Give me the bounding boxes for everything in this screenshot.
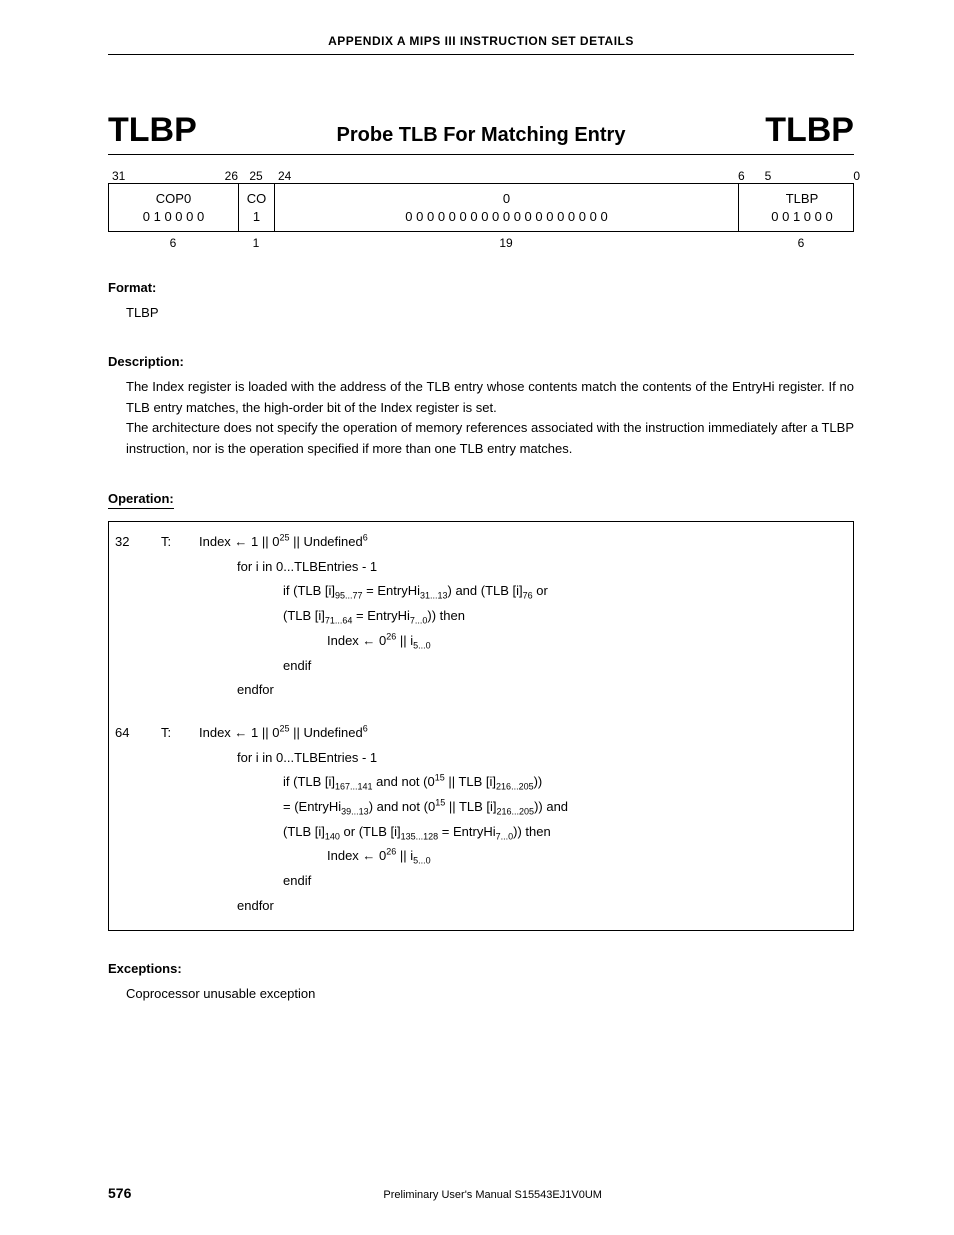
field-widths: 6 1 19 6	[108, 236, 854, 250]
operation-box: 32 T: Index ← 1 || 025 || Undefined6 for…	[108, 521, 854, 931]
op-mode-32: 32	[115, 530, 161, 703]
operation-64: 64 T: Index ← 1 || 025 || Undefined6 for…	[115, 721, 847, 919]
op-stage-t: T:	[161, 530, 199, 703]
bit-31: 31	[112, 169, 125, 183]
appendix-header: APPENDIX A MIPS III INSTRUCTION SET DETA…	[108, 34, 854, 55]
exceptions-body: Coprocessor unusable exception	[108, 984, 854, 1005]
field-zero: 0 0 0 0 0 0 0 0 0 0 0 0 0 0 0 0 0 0 0 0	[275, 184, 739, 231]
footer-text: Preliminary User's Manual S15543EJ1V0UM	[131, 1189, 854, 1201]
field-tlbp: TLBP 0 0 1 0 0 0	[739, 184, 865, 231]
instruction-title: Probe TLB For Matching Entry	[337, 124, 626, 147]
instruction-title-bar: TLBP Probe TLB For Matching Entry TLBP	[108, 111, 854, 155]
bit-6: 6	[738, 169, 745, 183]
description-p2: The architecture does not specify the op…	[126, 418, 854, 460]
bit-labels: 31 26 25 24 6 5 0	[108, 165, 864, 183]
page: APPENDIX A MIPS III INSTRUCTION SET DETA…	[0, 0, 954, 1235]
bit-25: 25	[249, 169, 262, 183]
description-p1: The Index register is loaded with the ad…	[126, 377, 854, 419]
op-code-64: Index ← 1 || 025 || Undefined6 for i in …	[199, 721, 847, 919]
exceptions-label: Exceptions:	[108, 961, 854, 976]
bit-26: 26	[225, 169, 238, 183]
page-footer: 576 Preliminary User's Manual S15543EJ1V…	[108, 1185, 854, 1201]
bit-5: 5	[765, 169, 772, 183]
bit-24: 24	[278, 169, 291, 183]
field-cop0: COP0 0 1 0 0 0 0	[109, 184, 239, 231]
encoding-table: COP0 0 1 0 0 0 0 CO 1 0 0 0 0 0 0 0 0 0 …	[108, 183, 854, 232]
description-body: The Index register is loaded with the ad…	[108, 377, 854, 460]
op-stage-t-64: T:	[161, 721, 199, 919]
field-co: CO 1	[239, 184, 275, 231]
bit-0: 0	[853, 169, 860, 183]
mnemonic-left: TLBP	[108, 111, 197, 150]
operation-32: 32 T: Index ← 1 || 025 || Undefined6 for…	[115, 530, 847, 703]
format-label: Format:	[108, 280, 854, 295]
op-code-32: Index ← 1 || 025 || Undefined6 for i in …	[199, 530, 847, 703]
mnemonic-right: TLBP	[765, 111, 854, 150]
format-body: TLBP	[108, 303, 854, 324]
operation-label: Operation:	[108, 491, 174, 509]
description-label: Description:	[108, 354, 854, 369]
encoding-diagram: 3126 25 24 650 COP0 0 1 0 0 0 0 CO 1 0 0…	[108, 165, 854, 250]
op-mode-64: 64	[115, 721, 161, 919]
page-number: 576	[108, 1185, 131, 1201]
